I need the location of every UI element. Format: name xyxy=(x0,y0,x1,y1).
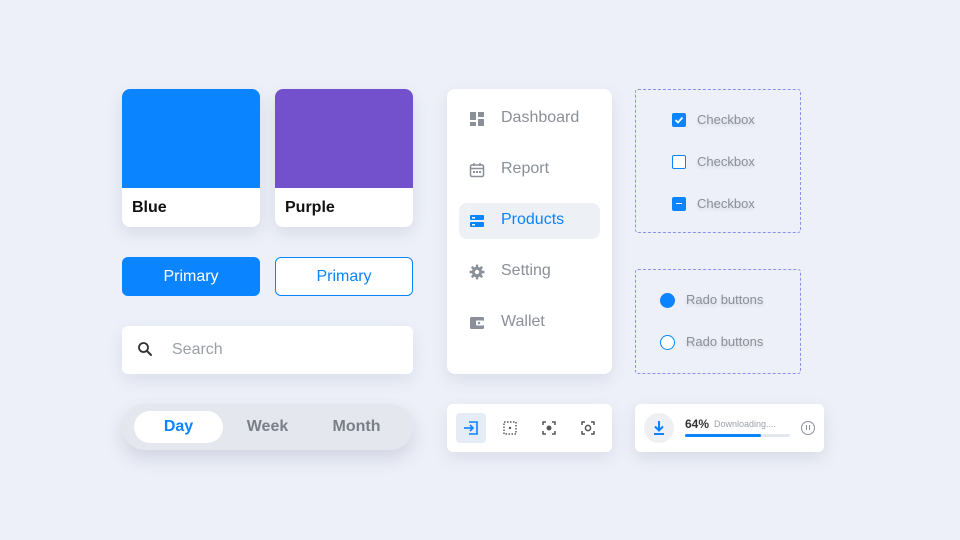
focus-icon xyxy=(542,421,556,435)
menu-item-label: Dashboard xyxy=(501,109,580,126)
checkbox-label: Checkbox xyxy=(697,196,755,211)
search-box xyxy=(122,326,413,374)
dotted-square-icon xyxy=(503,421,517,435)
radio-dot[interactable] xyxy=(660,335,675,350)
radio-label: Rado buttons xyxy=(686,334,764,349)
menu-item-label: Wallet xyxy=(501,313,545,330)
search-icon[interactable] xyxy=(137,341,153,357)
checkbox-box[interactable] xyxy=(672,113,686,127)
checkbox-box[interactable] xyxy=(672,197,686,211)
menu-item-products[interactable]: Products xyxy=(459,203,600,239)
checkbox-box[interactable] xyxy=(672,155,686,169)
progress-fill xyxy=(685,434,761,437)
focus-ring-icon xyxy=(581,421,595,435)
check-icon xyxy=(674,116,683,124)
segment-week[interactable]: Week xyxy=(223,411,312,443)
wallet-icon xyxy=(470,317,484,329)
icon-toolbar xyxy=(447,404,612,452)
calendar-icon xyxy=(469,163,485,178)
checkbox-label: Checkbox xyxy=(697,154,755,169)
input-icon xyxy=(464,421,478,435)
progress-track xyxy=(685,434,790,437)
server-icon xyxy=(470,215,484,227)
download-icon xyxy=(654,421,664,435)
tool-dotted-square[interactable] xyxy=(495,413,525,443)
menu-item-dashboard[interactable]: Dashboard xyxy=(459,101,600,137)
tool-focus[interactable] xyxy=(534,413,564,443)
radio-group: Rado buttons Rado buttons xyxy=(635,269,801,374)
period-segmented-control: Day Week Month xyxy=(122,404,413,450)
swatch-label: Blue xyxy=(132,199,167,216)
menu-item-label: Setting xyxy=(501,262,551,279)
gear-icon xyxy=(469,264,485,280)
sidebar-menu: Dashboard Report Products Setting Wallet xyxy=(447,89,612,374)
pause-icon[interactable] xyxy=(801,421,815,435)
radio-dot[interactable] xyxy=(660,293,675,308)
menu-item-setting[interactable]: Setting xyxy=(459,254,600,290)
swatch-label: Purple xyxy=(285,199,335,216)
download-percent: 64% xyxy=(685,417,710,431)
color-card-purple[interactable]: Purple xyxy=(275,89,413,227)
segment-day[interactable]: Day xyxy=(134,411,223,443)
purple-swatch xyxy=(275,89,413,188)
radio-label: Rado buttons xyxy=(686,292,764,307)
download-card: 64% Downloading.... xyxy=(635,404,824,452)
menu-item-label: Products xyxy=(501,211,565,228)
checkbox-label: Checkbox xyxy=(697,112,755,127)
dashboard-icon xyxy=(470,112,484,126)
search-input[interactable] xyxy=(172,338,392,362)
download-button[interactable] xyxy=(644,413,674,443)
menu-item-label: Report xyxy=(501,160,550,177)
primary-outline-button[interactable]: Primary xyxy=(275,257,413,296)
primary-button[interactable]: Primary xyxy=(122,257,260,296)
blue-swatch xyxy=(122,89,260,188)
checkbox-group: Checkbox Checkbox Checkbox xyxy=(635,89,801,233)
color-card-blue[interactable]: Blue xyxy=(122,89,260,227)
tool-input[interactable] xyxy=(456,413,486,443)
minus-icon xyxy=(675,202,682,205)
menu-item-report[interactable]: Report xyxy=(459,152,600,188)
download-status: Downloading.... xyxy=(714,419,777,429)
menu-item-wallet[interactable]: Wallet xyxy=(459,305,600,341)
tool-focus-ring[interactable] xyxy=(573,413,603,443)
segment-month[interactable]: Month xyxy=(312,411,401,443)
